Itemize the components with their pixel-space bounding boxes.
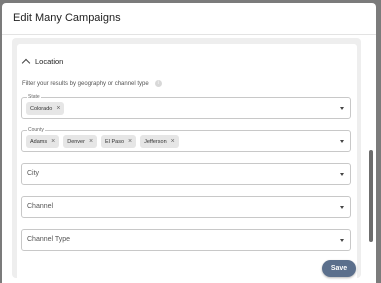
remove-chip-icon[interactable]: × xyxy=(171,138,175,145)
state-select[interactable]: State Colorado × xyxy=(21,94,351,119)
title-divider xyxy=(2,34,376,35)
channel-type-select[interactable]: Channel Type xyxy=(21,229,351,251)
city-placeholder: City xyxy=(27,170,40,177)
city-select[interactable]: City xyxy=(21,163,351,185)
chip-colorado: Colorado × xyxy=(26,102,65,115)
chip-jefferson: Jefferson × xyxy=(140,135,179,148)
dropdown-caret-icon[interactable] xyxy=(340,140,344,143)
help-line: Filter your results by geography or chan… xyxy=(22,80,162,87)
state-chips: Colorado × xyxy=(26,102,65,115)
remove-chip-icon[interactable]: × xyxy=(128,138,132,145)
dropdown-caret-icon[interactable] xyxy=(340,107,344,110)
dropdown-caret-icon[interactable] xyxy=(340,206,344,209)
county-select[interactable]: County Adams × Denver × El Paso × Jeffer… xyxy=(21,127,351,152)
location-section: Location Filter your results by geograph… xyxy=(17,44,357,278)
help-text: Filter your results by geography or chan… xyxy=(22,80,149,87)
state-label: State xyxy=(27,94,41,100)
modal-title: Edit Many Campaigns xyxy=(13,12,121,24)
chip-label: Adams xyxy=(30,138,48,145)
remove-chip-icon[interactable]: × xyxy=(51,138,55,145)
channel-type-placeholder: Channel Type xyxy=(27,236,71,243)
section-title: Location xyxy=(35,57,64,66)
dropdown-caret-icon[interactable] xyxy=(340,239,344,242)
scrollbar-thumb[interactable] xyxy=(369,150,373,242)
county-chips: Adams × Denver × El Paso × Jefferson × xyxy=(26,135,179,148)
channel-select[interactable]: Channel xyxy=(21,196,351,218)
remove-chip-icon[interactable]: × xyxy=(56,105,60,112)
chip-label: El Paso xyxy=(105,138,125,145)
info-icon[interactable]: i xyxy=(154,80,162,87)
dropdown-caret-icon[interactable] xyxy=(340,173,344,176)
chip-denver: Denver × xyxy=(63,135,98,148)
chevron-up-icon xyxy=(21,58,31,68)
chip-el-paso: El Paso × xyxy=(101,135,137,148)
remove-chip-icon[interactable]: × xyxy=(89,138,93,145)
county-label: County xyxy=(27,127,45,133)
location-section-toggle[interactable]: Location xyxy=(21,57,64,68)
chip-adams: Adams × xyxy=(26,135,60,148)
edit-campaigns-modal: Edit Many Campaigns Location Filter your… xyxy=(2,3,376,283)
chip-label: Jefferson xyxy=(144,138,167,145)
chip-label: Colorado xyxy=(30,105,53,112)
save-button[interactable]: Save xyxy=(322,260,356,277)
filters-panel: Location Filter your results by geograph… xyxy=(12,38,361,278)
channel-placeholder: Channel xyxy=(27,203,54,210)
chip-label: Denver xyxy=(67,138,85,145)
